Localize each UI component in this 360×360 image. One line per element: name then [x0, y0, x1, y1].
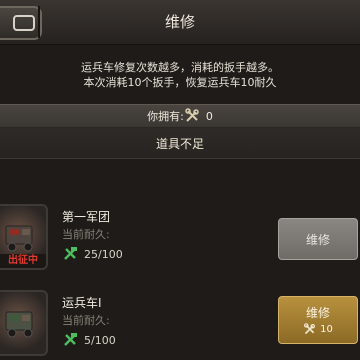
owned-count: 0 [205, 109, 213, 123]
durability-value: 25/100 [84, 247, 123, 261]
unit-thumbnail [0, 290, 48, 356]
repair-button[interactable]: 维修 10 [278, 296, 358, 344]
repair-button-label: 维修 [305, 232, 330, 247]
durability-value: 5/100 [84, 333, 116, 347]
title-bar: 维修 [0, 0, 360, 45]
durability-value-row: 25/100 [62, 246, 123, 262]
repair-cost-value: 10 [320, 324, 333, 335]
truck-icon [5, 311, 33, 338]
insufficient-items-notice: 道具不足 [0, 128, 360, 159]
repair-button-label: 维修 [305, 306, 330, 320]
unit-thumbnail: 出征中 [0, 204, 48, 270]
repair-description: 运兵车修复次数越多，消耗的扳手越多。 本次消耗10个扳手，恢复运兵车10耐久 [0, 60, 360, 90]
wrench-icon [185, 108, 199, 122]
description-line-1: 运兵车修复次数越多，消耗的扳手越多。 [81, 61, 279, 74]
page-title: 维修 [164, 13, 195, 31]
owned-items-bar: 你拥有: 0 [0, 104, 360, 128]
repair-cost: 10 [303, 323, 333, 336]
unit-name: 第一军团 [62, 210, 111, 224]
unit-name: 运兵车I [62, 296, 102, 310]
unit-row: 出征中 第一军团 当前耐久: 25/100 维修 [0, 196, 360, 274]
truck-icon [5, 225, 33, 252]
unit-row: 运兵车I 当前耐久: 5/100 维修 10 [0, 282, 360, 360]
deployed-status-badge: 出征中 [0, 254, 46, 268]
description-line-2: 本次消耗10个扳手，恢复运兵车10耐久 [83, 76, 277, 89]
wrench-icon [304, 323, 316, 335]
hammer-icon [64, 247, 77, 260]
durability-label: 当前耐久: [62, 228, 110, 241]
durability-label: 当前耐久: [62, 314, 110, 327]
repair-button[interactable]: 维修 [278, 218, 358, 260]
hammer-icon [64, 333, 77, 346]
durability-value-row: 5/100 [62, 332, 116, 348]
owned-label: 你拥有: [147, 110, 184, 123]
